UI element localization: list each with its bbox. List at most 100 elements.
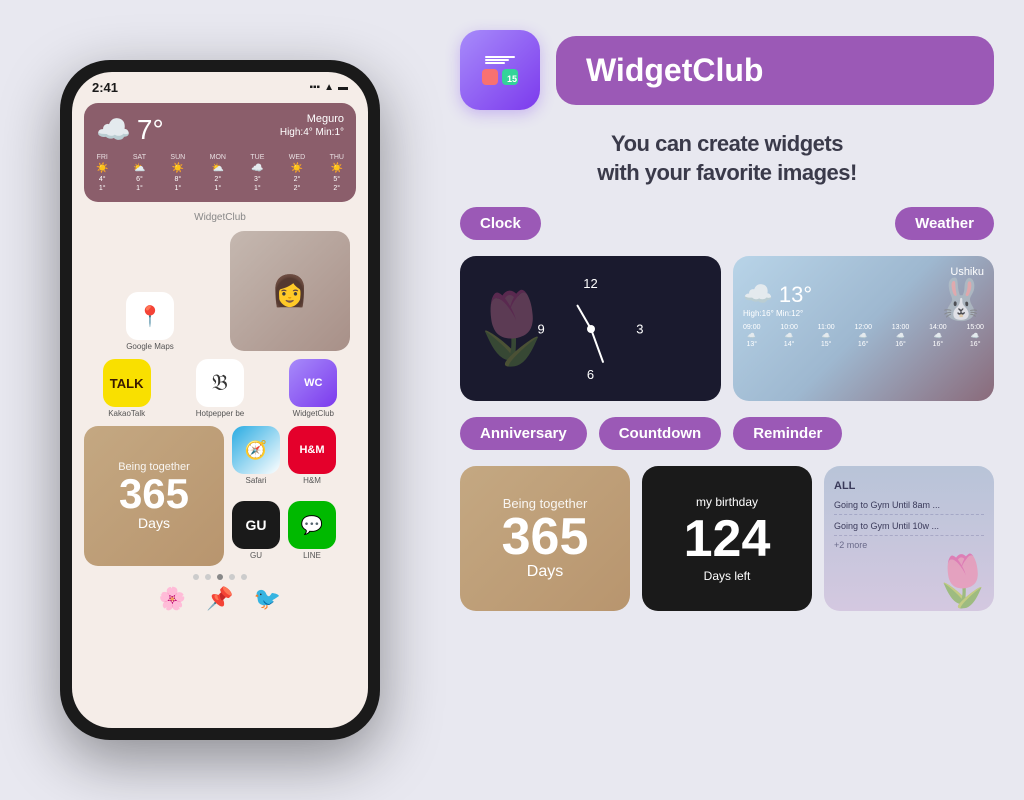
weather-days: FRI ☀️ 4° 1° SAT ⛅ 6° 1° SUN xyxy=(96,154,344,192)
app-header: 15 WidgetClub xyxy=(460,30,994,110)
weather-day-fri: FRI ☀️ 4° 1° xyxy=(96,154,108,192)
rabbit-decor: 🐰 xyxy=(936,276,986,323)
hm-label: H&M xyxy=(303,476,321,485)
category-anniversary[interactable]: Anniversary xyxy=(460,417,587,450)
gu-label: GU xyxy=(250,551,262,560)
weather-hilo: High:4° Min:1° xyxy=(280,127,344,138)
weather-location: Meguro xyxy=(280,113,344,125)
weather-day-wed: WED ☀️ 2° 2° xyxy=(289,154,305,192)
dot-2 xyxy=(205,574,211,580)
clock-hour-hand xyxy=(576,304,592,329)
wp-temp: 13° xyxy=(779,282,812,308)
rp-item-2: Going to Gym Until 10w ... xyxy=(834,521,984,536)
anniversary-widget-preview: Being together 365 Days xyxy=(460,466,630,611)
app-icon-large: 15 xyxy=(460,30,540,110)
anniv-days: Days xyxy=(138,515,170,531)
countdown-widget-preview: my birthday 124 Days left xyxy=(642,466,812,611)
wp-hours: 09:00☁️13° 10:00☁️14° 11:00☁️15° 12:00☁️… xyxy=(743,324,984,348)
ap-being-text: Being together xyxy=(503,496,588,511)
weather-temperature: 7° xyxy=(137,114,164,146)
clock-3: 3 xyxy=(636,321,643,336)
app-item-hotpepper: 𝔅 Hotpepper be xyxy=(177,359,262,418)
app-item-photo: 👩 xyxy=(224,231,356,351)
wp-cloud-icon: ☁️ xyxy=(743,280,773,309)
app-item-widgetclub: WC WidgetClub xyxy=(271,359,356,418)
phone-widgetclub-label: WidgetClub xyxy=(84,212,356,223)
maps-icon[interactable]: 📍 xyxy=(126,292,174,340)
top-widget-row: 12 3 6 9 🌷 Ushiku ☁️ 13° xyxy=(460,256,994,401)
bottom-categories: Anniversary Countdown Reminder xyxy=(460,417,994,450)
safari-icon[interactable]: 🧭 xyxy=(232,426,280,474)
wifi-icon: ▲ xyxy=(324,82,334,93)
decor-icon-2: 📌 xyxy=(206,586,233,612)
phone-anniversary-widget: Being together 365 Days xyxy=(84,426,224,566)
phone-mockup: 2:41 ▪▪▪ ▲ ▬ ☁️ 7° xyxy=(60,60,380,740)
rp-more: +2 more xyxy=(834,540,984,550)
icon-row-safari: 🧭 Safari H&M H&M xyxy=(232,426,356,485)
widgetclub-app-label: WidgetClub xyxy=(293,409,334,418)
hm-icon[interactable]: H&M xyxy=(288,426,336,474)
weather-cloud-icon: ☁️ xyxy=(96,113,131,146)
ap-days: Days xyxy=(527,563,563,581)
photo-placeholder: 👩 xyxy=(230,231,350,351)
app-name-badge: WidgetClub xyxy=(556,36,994,105)
signal-icon: ▪▪▪ xyxy=(309,82,320,93)
maps-label: Google Maps xyxy=(126,342,174,351)
app-row-1: 📍 Google Maps 👩 xyxy=(84,231,356,351)
phone-weather-widget: ☁️ 7° Meguro High:4° Min:1° xyxy=(84,103,356,202)
hotpepper-icon[interactable]: 𝔅 xyxy=(196,359,244,407)
tagline: You can create widgets with your favorit… xyxy=(460,130,994,187)
weather-day-thu: THU ☀️ 5° 2° xyxy=(330,154,344,192)
wp-hour-14: 14:00☁️16° xyxy=(929,324,947,348)
gu-icon[interactable]: GU xyxy=(232,501,280,549)
weather-left: ☁️ 7° xyxy=(96,113,164,146)
app-item-line: 💬 LINE xyxy=(288,501,336,560)
widgetclub-icon[interactable]: WC xyxy=(289,359,337,407)
kakao-icon[interactable]: TALK xyxy=(103,359,151,407)
category-clock[interactable]: Clock xyxy=(460,207,541,240)
bottom-widget-row: Being together 365 Days my birthday 124 … xyxy=(460,466,994,611)
weather-right: Meguro High:4° Min:1° xyxy=(280,113,344,138)
category-countdown[interactable]: Countdown xyxy=(599,417,721,450)
app-row-2: TALK KakaoTalk 𝔅 Hotpepper be WC WidgetC… xyxy=(84,359,356,418)
wp-hour-10: 10:00☁️14° xyxy=(780,324,798,348)
phone-content: ☁️ 7° Meguro High:4° Min:1° xyxy=(72,99,368,616)
bottom-decor: 🌸 📌 🐦 xyxy=(84,586,356,612)
phone-time: 2:41 xyxy=(92,80,118,95)
category-reminder[interactable]: Reminder xyxy=(733,417,842,450)
wp-hour-15: 15:00☁️16° xyxy=(966,324,984,348)
tagline-line1: You can create widgets xyxy=(460,130,994,159)
hotpepper-label: Hotpepper be xyxy=(196,409,244,418)
wp-hour-12: 12:00☁️16° xyxy=(854,324,872,348)
rp-item-1: Going to Gym Until 8am ... xyxy=(834,500,984,515)
app-item-maps: 📍 Google Maps xyxy=(84,292,216,351)
wp-hour-13: 13:00☁️16° xyxy=(892,324,910,348)
rp-all: ALL xyxy=(834,480,855,492)
category-weather[interactable]: Weather xyxy=(895,207,994,240)
status-bar: 2:41 ▪▪▪ ▲ ▬ xyxy=(72,72,368,99)
line-icon[interactable]: 💬 xyxy=(288,501,336,549)
app-item-gu: GU GU xyxy=(232,501,280,560)
clock-6: 6 xyxy=(587,367,594,382)
weather-day-sat: SAT ⛅ 6° 1° xyxy=(133,154,146,192)
tulip-decor: 🌷 xyxy=(932,552,994,611)
wp-hour-11: 11:00☁️15° xyxy=(818,324,835,348)
reminder-widget-preview: ALL Going to Gym Until 8am ... Going to … xyxy=(824,466,994,611)
icon-row-gu: GU GU 💬 LINE xyxy=(232,501,356,560)
decor-icon-3: 🐦 xyxy=(254,586,281,612)
photo-widget[interactable]: 👩 xyxy=(230,231,350,351)
safari-label: Safari xyxy=(246,476,267,485)
weather-day-mon: MON ⛅ 2° 1° xyxy=(210,154,226,192)
clock-12: 12 xyxy=(583,276,597,291)
wp-hour-09: 09:00☁️13° xyxy=(743,324,761,348)
kakao-label: KakaoTalk xyxy=(108,409,145,418)
app-item-hm: H&M H&M xyxy=(288,426,336,485)
tagline-line2: with your favorite images! xyxy=(460,159,994,188)
battery-icon: ▬ xyxy=(338,82,348,93)
phone-panel: 2:41 ▪▪▪ ▲ ▬ ☁️ 7° xyxy=(0,0,440,800)
weather-widget-preview: Ushiku ☁️ 13° High:16° Min:12° 09:00☁️13… xyxy=(733,256,994,401)
status-icons: ▪▪▪ ▲ ▬ xyxy=(309,82,348,93)
clock-widget-preview: 12 3 6 9 🌷 xyxy=(460,256,721,401)
app-name-text: WidgetClub xyxy=(586,52,763,88)
dot-3-active xyxy=(217,574,223,580)
